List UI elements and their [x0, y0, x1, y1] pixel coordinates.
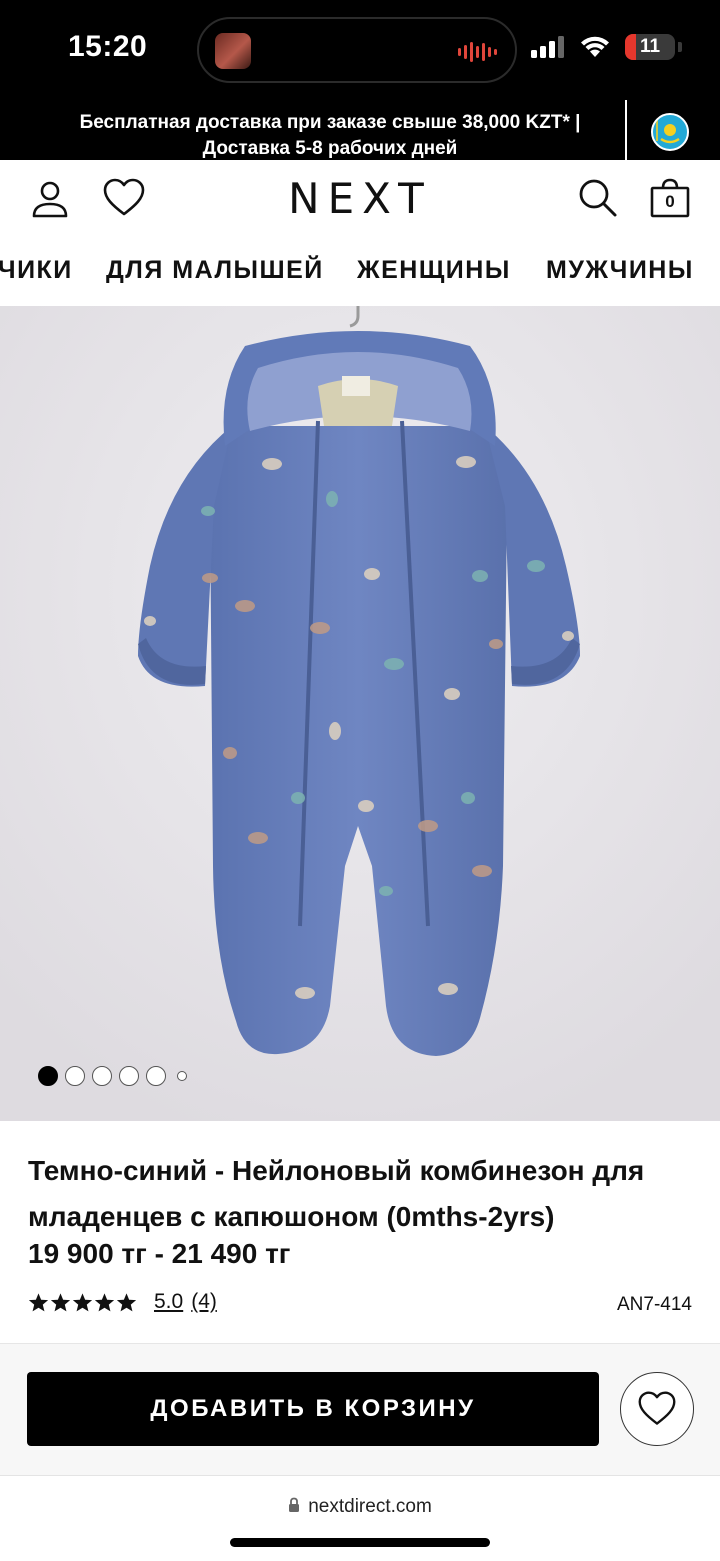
star-icon [94, 1292, 115, 1311]
add-to-cart-button[interactable]: ДОБАВИТЬ В КОРЗИНУ [27, 1372, 599, 1446]
home-indicator[interactable] [230, 1538, 490, 1547]
rating-stars [28, 1292, 137, 1313]
gallery-dot[interactable] [38, 1066, 58, 1086]
promo-text: Бесплатная доставка при заказе свыше 38,… [79, 112, 581, 159]
gallery-dot[interactable] [146, 1066, 166, 1086]
heart-icon [638, 1391, 676, 1425]
category-item-women[interactable]: ЖЕНЩИНЫ [357, 256, 511, 285]
star-icon [50, 1292, 71, 1311]
battery-percent: 11 [639, 36, 661, 57]
category-item-children[interactable]: ЧИКИ [0, 256, 73, 285]
status-bar: 15:20 11 [0, 0, 720, 100]
url-text: nextdirect.com [308, 1496, 432, 1517]
gallery-pagination [38, 1066, 187, 1086]
save-to-wishlist-button[interactable] [620, 1372, 694, 1446]
category-item-baby[interactable]: ДЛЯ МАЛЫШЕЙ [106, 256, 324, 285]
product-image[interactable] [0, 306, 720, 1121]
category-item-men[interactable]: МУЖЧИНЫ [546, 256, 694, 285]
product-title: Темно-синий - Нейлоновый комбинезон для … [28, 1155, 645, 1232]
url-display[interactable]: nextdirect.com [0, 1496, 720, 1518]
star-icon [116, 1292, 137, 1311]
browser-url-bar[interactable]: nextdirect.com [0, 1475, 720, 1561]
kazakhstan-flag-icon[interactable] [651, 113, 689, 151]
battery-cap [678, 42, 682, 52]
snowsuit-image [0, 306, 720, 1121]
search-icon[interactable] [576, 176, 620, 220]
promo-divider [625, 100, 627, 160]
lock-icon [289, 1497, 300, 1512]
action-bar: ДОБАВИТЬ В КОРЗИНУ [0, 1343, 720, 1475]
gallery-dot[interactable] [92, 1066, 112, 1086]
gallery-dot-more[interactable] [177, 1071, 187, 1081]
rating-value[interactable]: 5.0 [154, 1290, 183, 1314]
bag-count: 0 [665, 192, 675, 211]
shopping-bag-icon[interactable]: 0 [648, 176, 692, 220]
gallery-dot[interactable] [119, 1066, 139, 1086]
dynamic-island [197, 17, 517, 83]
star-icon [28, 1292, 49, 1311]
battery-indicator: 11 [625, 34, 675, 60]
product-sku: AN7-414 [617, 1294, 692, 1315]
star-icon [72, 1292, 93, 1311]
wifi-icon [581, 36, 609, 57]
status-icons: 11 [531, 34, 682, 60]
category-nav: ЧИКИ ДЛЯ МАЛЫШЕЙ ЖЕНЩИНЫ МУЖЧИНЫ [0, 234, 720, 306]
review-count-link[interactable]: (4) [191, 1290, 217, 1314]
product-rating[interactable]: 5.0 (4) [28, 1290, 217, 1314]
status-time: 15:20 [68, 30, 148, 63]
site-header: NEXT 0 [0, 160, 720, 234]
product-price: 19 900 тг - 21 490 тг [28, 1238, 291, 1269]
promo-banner[interactable]: Бесплатная доставка при заказе свыше 38,… [0, 100, 720, 160]
audio-wave-icon [458, 41, 497, 63]
gallery-dot[interactable] [65, 1066, 85, 1086]
now-playing-artwork [215, 33, 251, 69]
signal-icon [531, 36, 564, 58]
